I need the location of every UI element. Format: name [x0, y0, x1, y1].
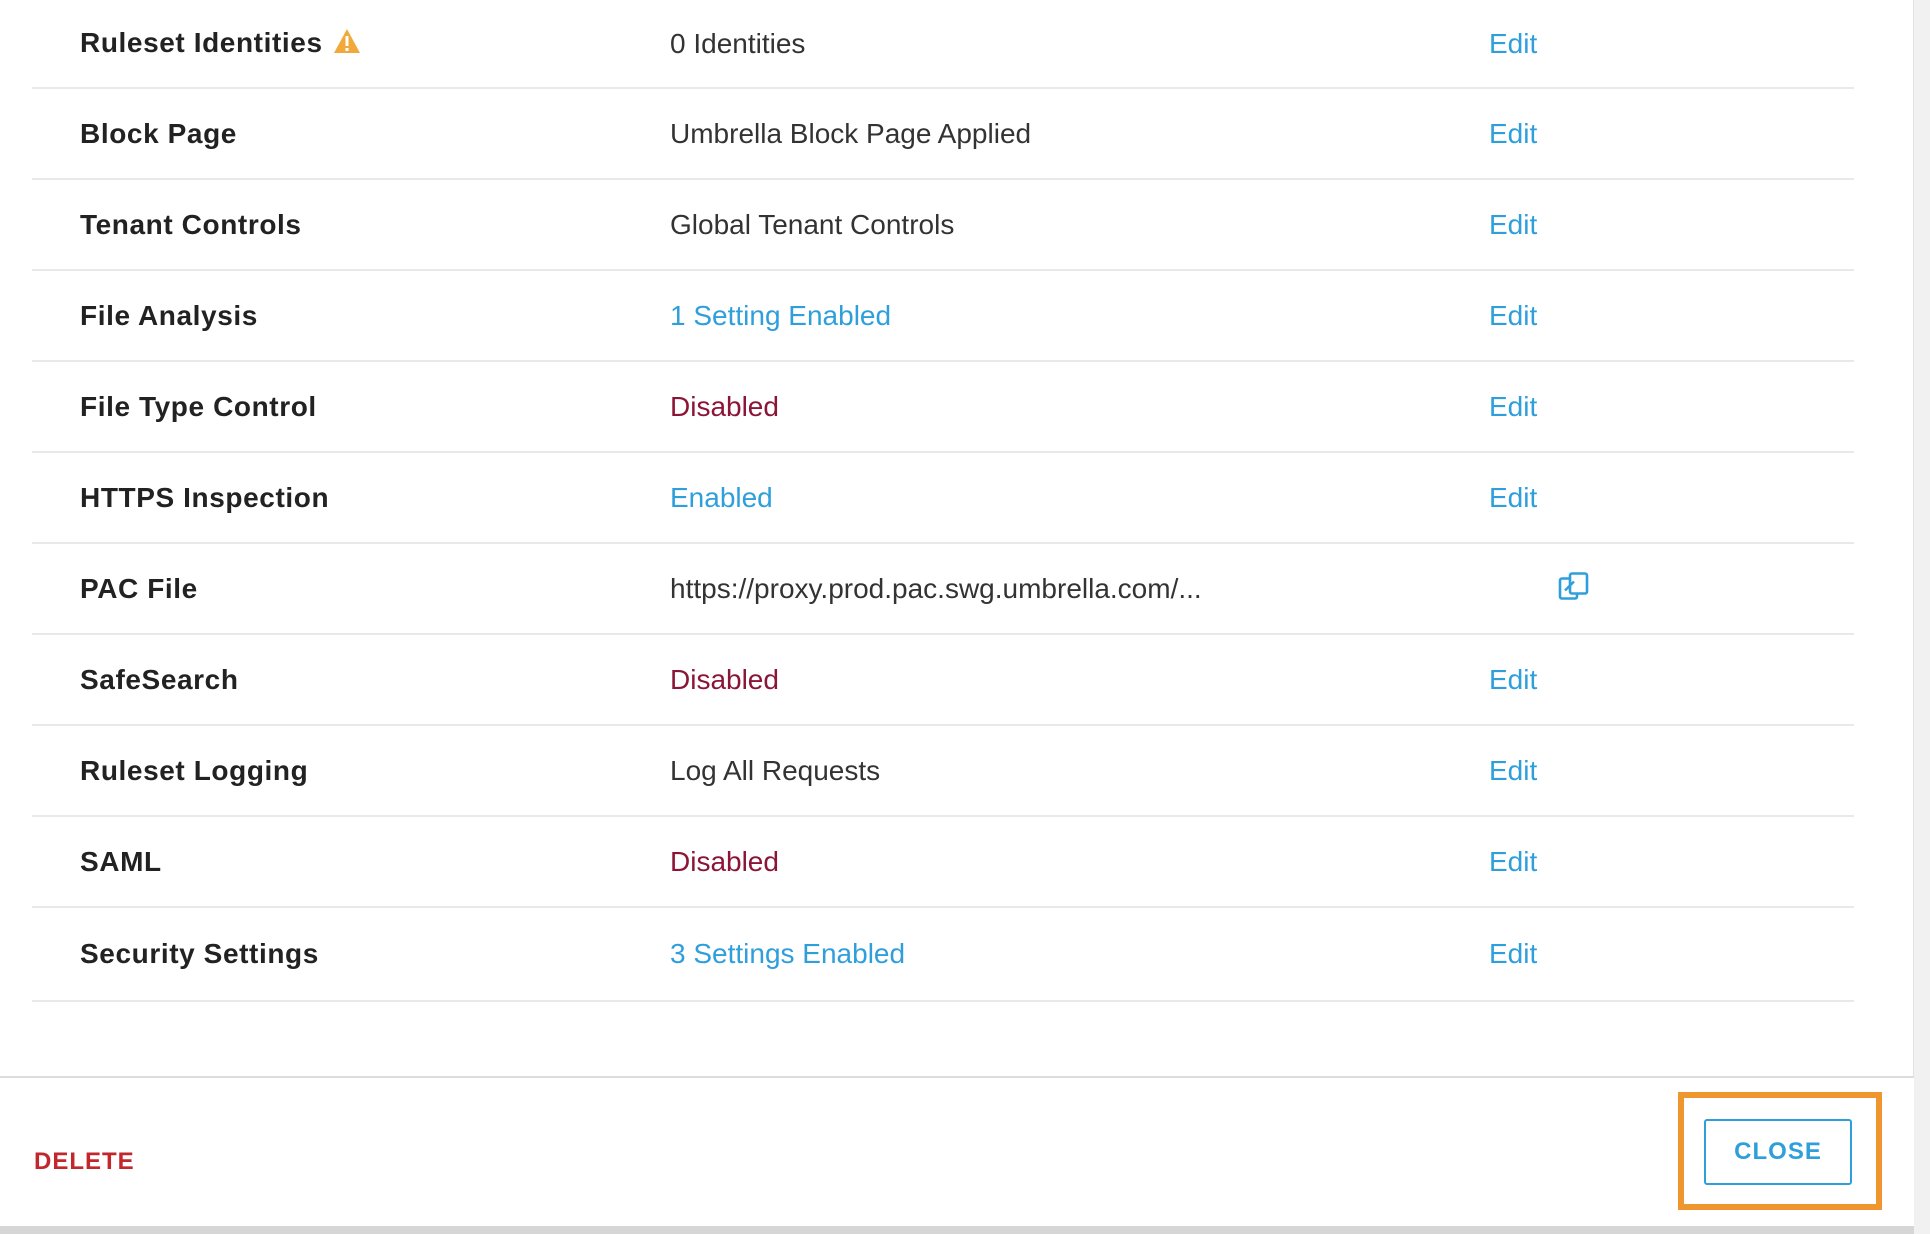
row-label: PAC File	[80, 572, 198, 604]
row-value-link[interactable]: 1 Setting Enabled	[670, 300, 891, 332]
row-value-status: Disabled	[670, 390, 779, 422]
row-label: File Type Control	[80, 390, 317, 422]
row-value-status: Disabled	[670, 663, 779, 695]
edit-link[interactable]: Edit	[1489, 755, 1537, 787]
edit-link[interactable]: Edit	[1489, 938, 1537, 970]
row-ruleset-logging: Ruleset Logging Log All Requests Edit	[32, 726, 1854, 817]
row-label: File Analysis	[80, 299, 258, 331]
row-value-link[interactable]: 3 Settings Enabled	[670, 938, 905, 970]
edit-link[interactable]: Edit	[1489, 300, 1537, 332]
row-value-status: Enabled	[670, 481, 773, 513]
row-value: Log All Requests	[670, 754, 881, 786]
row-block-page: Block Page Umbrella Block Page Applied E…	[32, 89, 1854, 180]
row-ruleset-identities: Ruleset Identities 0 Identities Edit	[32, 0, 1854, 89]
copy-icon[interactable]	[1557, 570, 1591, 607]
edit-link[interactable]: Edit	[1489, 664, 1537, 696]
row-label: SAML	[80, 845, 162, 877]
row-label: Tenant Controls	[80, 208, 302, 240]
delete-button[interactable]: DELETE	[34, 1148, 135, 1176]
row-label: Security Settings	[80, 938, 319, 969]
panel-footer: DELETE CLOSE	[0, 1076, 1914, 1234]
pac-file-url: https://proxy.prod.pac.swg.umbrella.com/…	[670, 572, 1202, 604]
row-value: 0 Identities	[670, 27, 806, 59]
warning-triangle-icon	[333, 28, 361, 61]
row-file-type-control: File Type Control Disabled Edit	[32, 362, 1854, 453]
panel-bottom-edge	[0, 1226, 1914, 1234]
scrollbar[interactable]	[1913, 0, 1930, 1234]
close-button[interactable]: CLOSE	[1704, 1119, 1852, 1185]
edit-link[interactable]: Edit	[1489, 28, 1537, 60]
row-saml: SAML Disabled Edit	[32, 817, 1854, 908]
row-value-status: Disabled	[670, 845, 779, 877]
row-tenant-controls: Tenant Controls Global Tenant Controls E…	[32, 180, 1854, 271]
row-safesearch: SafeSearch Disabled Edit	[32, 635, 1854, 726]
row-value: Global Tenant Controls	[670, 208, 955, 240]
edit-link[interactable]: Edit	[1489, 482, 1537, 514]
row-label: HTTPS Inspection	[80, 481, 330, 513]
edit-link[interactable]: Edit	[1489, 846, 1537, 878]
settings-list: Ruleset Identities 0 Identities Edit Blo…	[32, 0, 1854, 1002]
ruleset-summary-panel: Ruleset Identities 0 Identities Edit Blo…	[0, 0, 1930, 1234]
row-label: Ruleset Logging	[80, 754, 309, 786]
edit-link[interactable]: Edit	[1489, 209, 1537, 241]
row-https-inspection: HTTPS Inspection Enabled Edit	[32, 453, 1854, 544]
row-label: Ruleset Identities	[80, 27, 361, 61]
row-pac-file: PAC File https://proxy.prod.pac.swg.umbr…	[32, 544, 1854, 635]
row-label: Block Page	[80, 117, 237, 149]
edit-link[interactable]: Edit	[1489, 391, 1537, 423]
row-value: Umbrella Block Page Applied	[670, 117, 1032, 149]
row-label: SafeSearch	[80, 663, 239, 695]
row-security-settings: Security Settings 3 Settings Enabled Edi…	[32, 908, 1854, 1002]
edit-link[interactable]: Edit	[1489, 118, 1537, 150]
row-file-analysis: File Analysis 1 Setting Enabled Edit	[32, 271, 1854, 362]
